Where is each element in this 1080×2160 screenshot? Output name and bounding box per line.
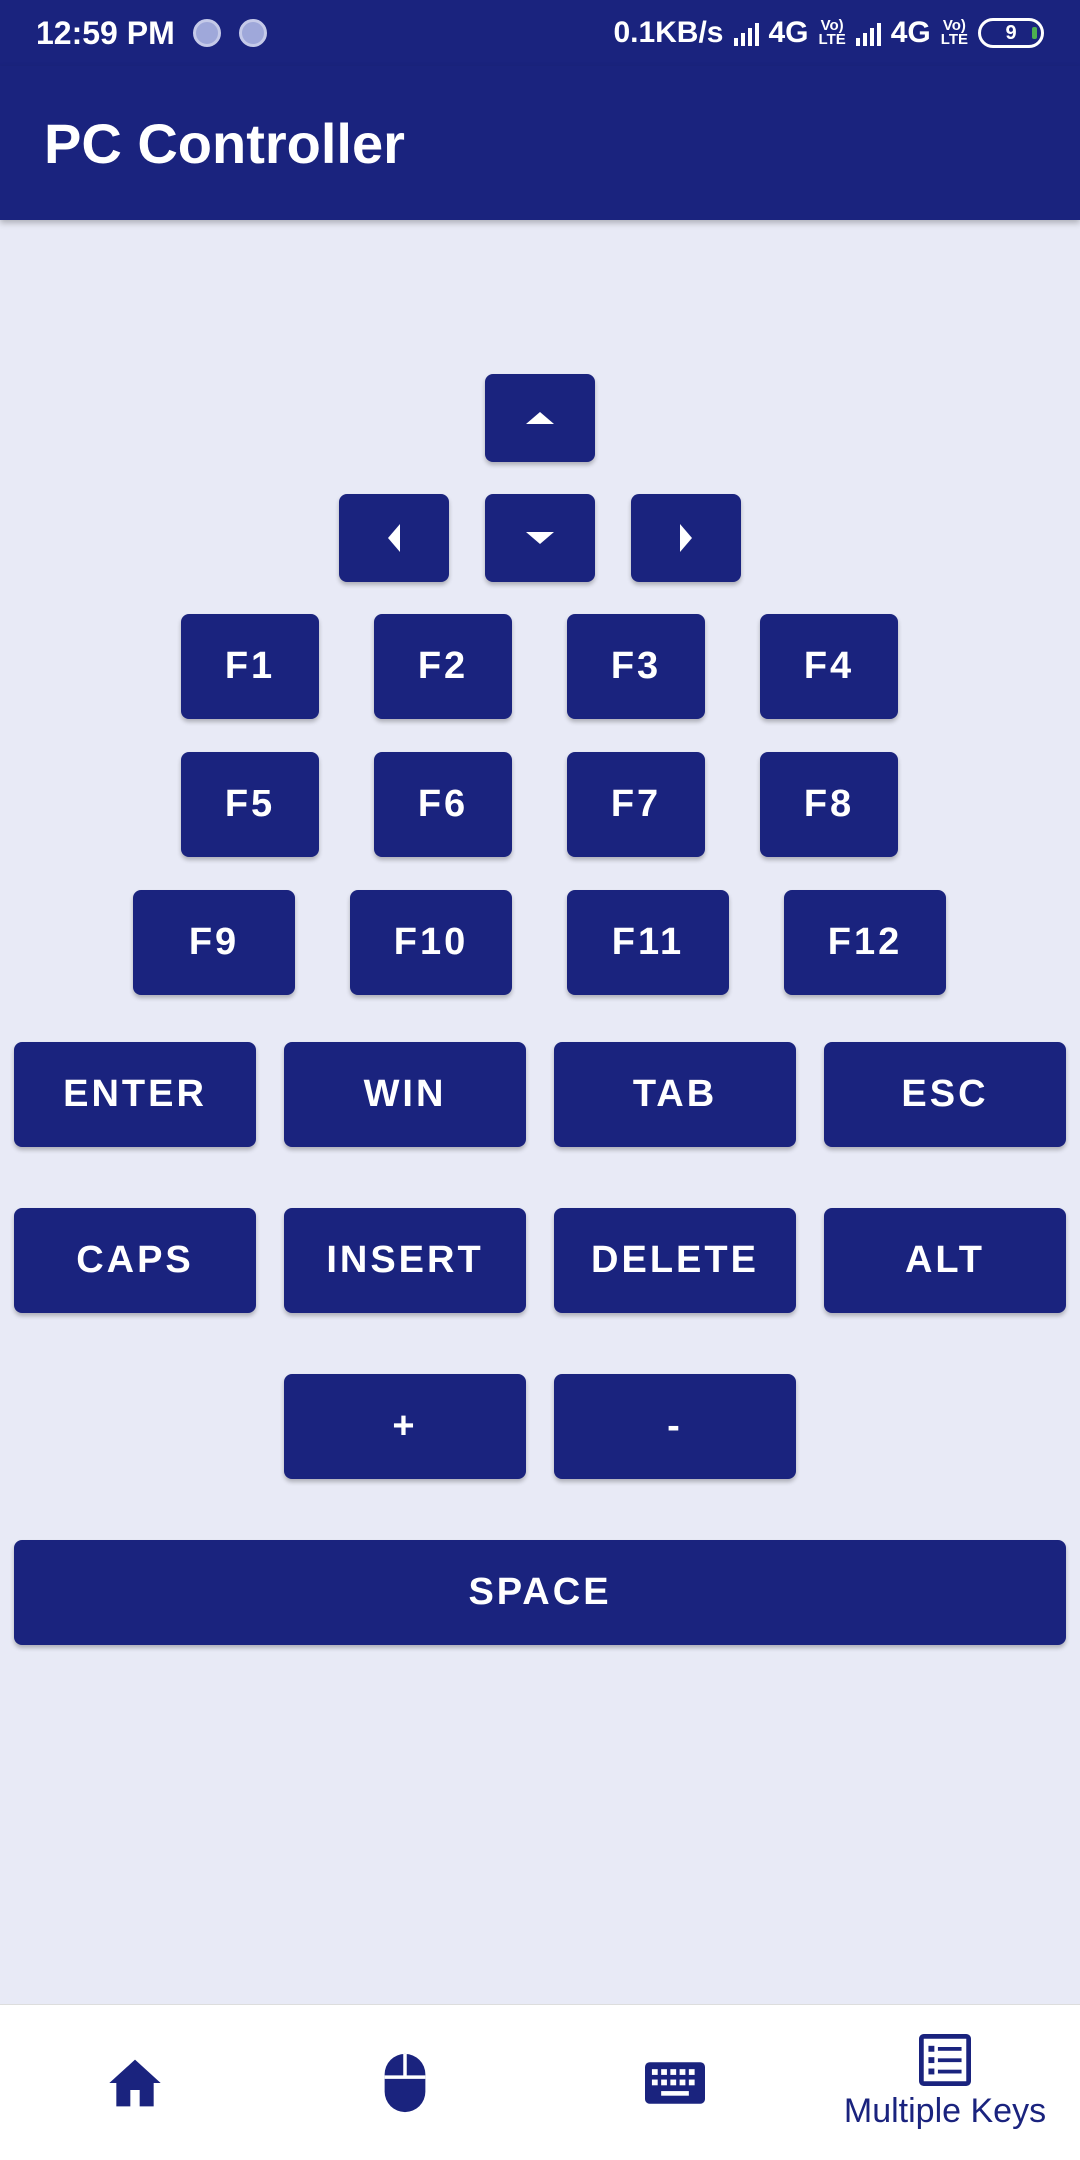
nav-mouse[interactable] — [270, 2005, 540, 2160]
volte-icon: Vo) LTE — [940, 17, 968, 48]
alt-key[interactable]: ALT — [824, 1208, 1066, 1313]
notification-icon — [192, 19, 221, 47]
win-key[interactable]: WIN — [284, 1042, 526, 1147]
esc-key[interactable]: ESC — [824, 1042, 1066, 1147]
f2-key[interactable]: F2 — [374, 614, 512, 719]
app-bar: PC Controller — [0, 66, 1080, 220]
volte-icon: Vo) LTE — [818, 17, 846, 48]
f11-key[interactable]: F11 — [567, 890, 729, 995]
network-type: 4G — [890, 16, 931, 49]
plus-key[interactable]: + — [284, 1374, 526, 1479]
battery-icon: 9 — [978, 18, 1044, 48]
enter-key[interactable]: ENTER — [14, 1042, 256, 1147]
keyboard-icon — [645, 2061, 705, 2104]
network-speed: 0.1KB/s — [613, 16, 724, 49]
space-key[interactable]: SPACE — [14, 1540, 1066, 1645]
f9-key[interactable]: F9 — [133, 890, 295, 995]
f4-key[interactable]: F4 — [760, 614, 898, 719]
nav-label-multiple-keys: Multiple Keys — [843, 2092, 1047, 2130]
nav-multiple-keys[interactable]: Multiple Keys — [810, 2005, 1080, 2160]
f8-key[interactable]: F8 — [760, 752, 898, 857]
nav-home[interactable] — [0, 2005, 270, 2160]
battery-level: 9 — [1005, 21, 1017, 44]
minus-key[interactable]: - — [554, 1374, 796, 1479]
f10-key[interactable]: F10 — [350, 890, 512, 995]
network-type: 4G — [768, 16, 809, 49]
signal-icon — [855, 20, 881, 46]
nav-keyboard[interactable] — [540, 2005, 810, 2160]
bottom-navigation: Multiple Keys — [0, 2004, 1080, 2160]
status-time: 12:59 PM — [36, 14, 175, 51]
arrow-left-button[interactable] — [339, 494, 449, 582]
f12-key[interactable]: F12 — [784, 890, 946, 995]
arrow-up-button[interactable] — [485, 374, 595, 462]
insert-key[interactable]: INSERT — [284, 1208, 526, 1313]
home-icon — [109, 2059, 161, 2106]
f6-key[interactable]: F6 — [374, 752, 512, 857]
status-bar: 12:59 PM 0.1KB/s 4G Vo) LTE 4G Vo) LTE 9 — [0, 0, 1080, 66]
arrow-right-button[interactable] — [631, 494, 741, 582]
right-arrow-icon — [680, 524, 692, 552]
f5-key[interactable]: F5 — [181, 752, 319, 857]
delete-key[interactable]: DELETE — [554, 1208, 796, 1313]
left-arrow-icon — [388, 524, 400, 552]
arrow-down-button[interactable] — [485, 494, 595, 582]
f3-key[interactable]: F3 — [567, 614, 705, 719]
f1-key[interactable]: F1 — [181, 614, 319, 719]
up-arrow-icon — [526, 412, 554, 424]
tab-key[interactable]: TAB — [554, 1042, 796, 1147]
notification-icon — [238, 19, 267, 47]
f7-key[interactable]: F7 — [567, 752, 705, 857]
list-icon — [919, 2034, 971, 2086]
caps-key[interactable]: CAPS — [14, 1208, 256, 1313]
down-arrow-icon — [526, 532, 554, 544]
mouse-icon — [384, 2053, 426, 2112]
page-title: PC Controller — [44, 111, 405, 175]
signal-icon — [733, 20, 759, 46]
